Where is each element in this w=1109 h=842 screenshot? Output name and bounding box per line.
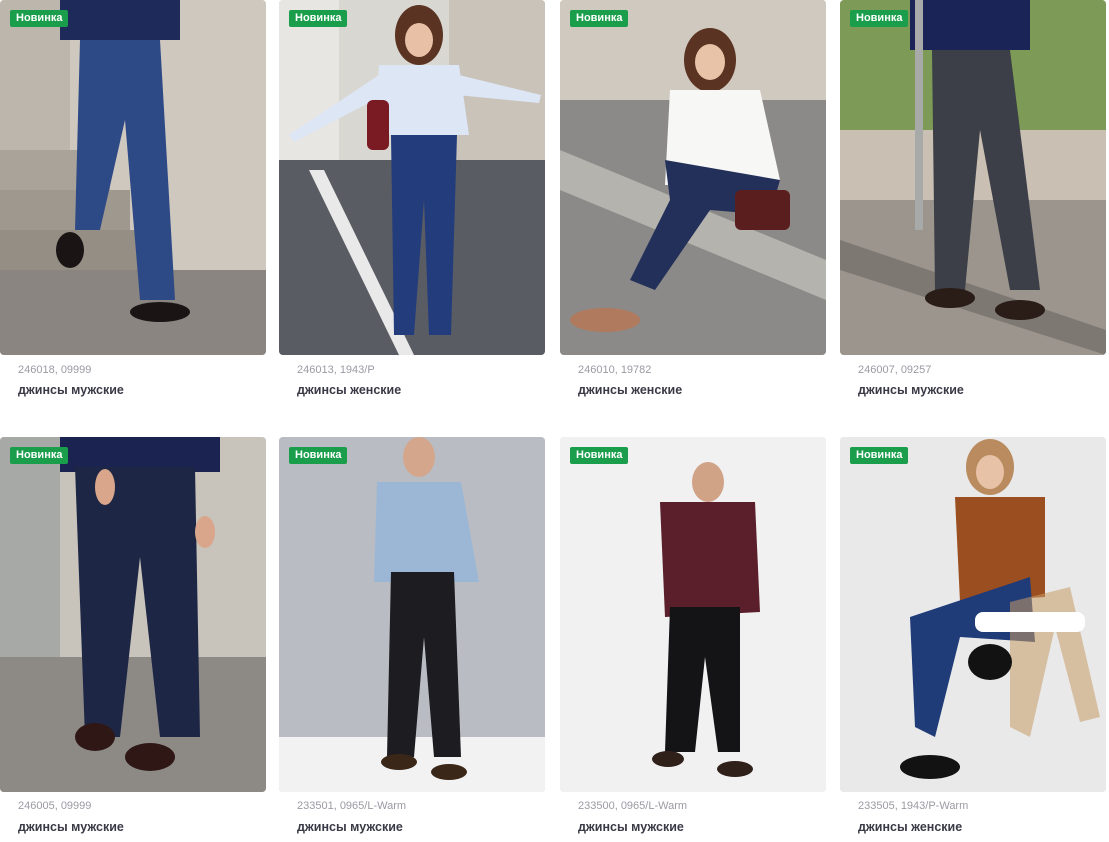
product-image-man-maroon-sweater xyxy=(560,437,826,792)
product-name[interactable]: джинсы женские xyxy=(858,820,962,834)
product-sku: 246005, 09999 xyxy=(18,800,92,812)
product-card[interactable]: Новинка 246013, 1943/P джинсы женские xyxy=(279,0,545,397)
product-name[interactable]: джинсы мужские xyxy=(18,383,124,397)
product-photo[interactable]: Новинка xyxy=(840,0,1106,355)
product-photo[interactable]: Новинка xyxy=(279,437,545,792)
product-sku: 246018, 09999 xyxy=(18,364,92,376)
product-image-woman-jeans-street xyxy=(279,0,545,355)
product-sku: 246010, 19782 xyxy=(578,364,652,376)
product-sku: 246013, 1943/P xyxy=(297,364,375,376)
product-image-woman-on-chair xyxy=(840,437,1106,792)
product-card[interactable]: Новинка 233505, 1943/P-Warm джинсы женск… xyxy=(840,437,1106,834)
new-badge: Новинка xyxy=(850,10,909,27)
product-name[interactable]: джинсы женские xyxy=(578,383,682,397)
product-card[interactable]: Новинка 246005, 09999 джинсы мужские xyxy=(0,437,266,834)
product-card[interactable]: Новинка 233500, 0965/L-Warm джинсы мужск… xyxy=(560,437,826,834)
product-photo[interactable]: Новинка xyxy=(560,0,826,355)
product-card[interactable]: Новинка 246010, 19782 джинсы женские xyxy=(560,0,826,397)
product-sku: 233505, 1943/P-Warm xyxy=(858,800,969,812)
new-badge: Новинка xyxy=(289,447,348,464)
new-badge: Новинка xyxy=(10,447,69,464)
product-image-woman-sitting-curb xyxy=(560,0,826,355)
product-photo[interactable]: Новинка xyxy=(0,437,266,792)
product-sku: 233501, 0965/L-Warm xyxy=(297,800,407,812)
product-card[interactable]: Новинка 233501, 0965/L-Warm джинсы мужск… xyxy=(279,437,545,834)
product-photo[interactable]: Новинка xyxy=(560,437,826,792)
product-image-man-dark-jeans xyxy=(0,437,266,792)
product-sku: 233500, 0965/L-Warm xyxy=(578,800,688,812)
new-badge: Новинка xyxy=(850,447,909,464)
product-name[interactable]: джинсы женские xyxy=(297,383,401,397)
product-photo[interactable]: Новинка xyxy=(279,0,545,355)
new-badge: Новинка xyxy=(570,10,629,27)
new-badge: Новинка xyxy=(570,447,629,464)
new-badge: Новинка xyxy=(289,10,348,27)
product-image-man-jeans-curb xyxy=(840,0,1106,355)
product-name[interactable]: джинсы мужские xyxy=(858,383,964,397)
product-photo[interactable]: Новинка xyxy=(0,0,266,355)
product-name[interactable]: джинсы мужские xyxy=(297,820,403,834)
product-photo[interactable]: Новинка xyxy=(840,437,1106,792)
product-card[interactable]: Новинка 246018, 09999 джинсы мужские xyxy=(0,0,266,397)
product-image-man-black-jeans-studio xyxy=(279,437,545,792)
product-name[interactable]: джинсы мужские xyxy=(578,820,684,834)
product-grid: Новинка 246018, 09999 джинсы мужские Нов… xyxy=(0,0,1109,842)
product-name[interactable]: джинсы мужские xyxy=(18,820,124,834)
new-badge: Новинка xyxy=(10,10,69,27)
product-card[interactable]: Новинка 246007, 09257 джинсы мужские xyxy=(840,0,1106,397)
product-image-man-jeans-stairs xyxy=(0,0,266,355)
product-sku: 246007, 09257 xyxy=(858,364,932,376)
